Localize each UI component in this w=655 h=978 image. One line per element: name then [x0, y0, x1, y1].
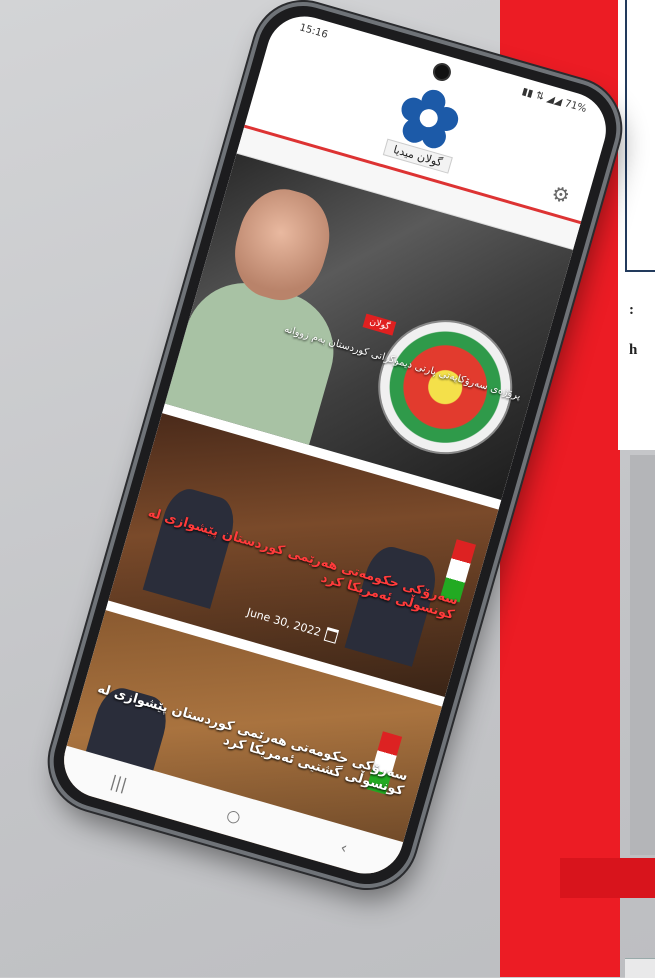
recent-apps-icon[interactable]: ||| — [109, 771, 130, 794]
side-panel-text-2: h — [629, 342, 638, 358]
date-text-2: June 30, 2022 — [245, 605, 323, 639]
article-date-2: June 30, 2022 — [245, 605, 340, 644]
home-icon[interactable]: ○ — [225, 804, 244, 826]
bottom-strip — [625, 958, 655, 978]
side-panel-text-1: : — [629, 302, 634, 318]
calendar-icon — [323, 626, 340, 644]
back-icon[interactable]: ‹ — [338, 837, 349, 857]
side-panel-frame — [625, 0, 655, 272]
red-accent-bottom — [560, 858, 655, 898]
settings-gear-icon[interactable]: ⚙ — [549, 181, 573, 209]
article-badge: گولان — [362, 313, 397, 336]
status-time: 15:16 — [298, 21, 330, 41]
side-grey-block — [630, 455, 655, 855]
